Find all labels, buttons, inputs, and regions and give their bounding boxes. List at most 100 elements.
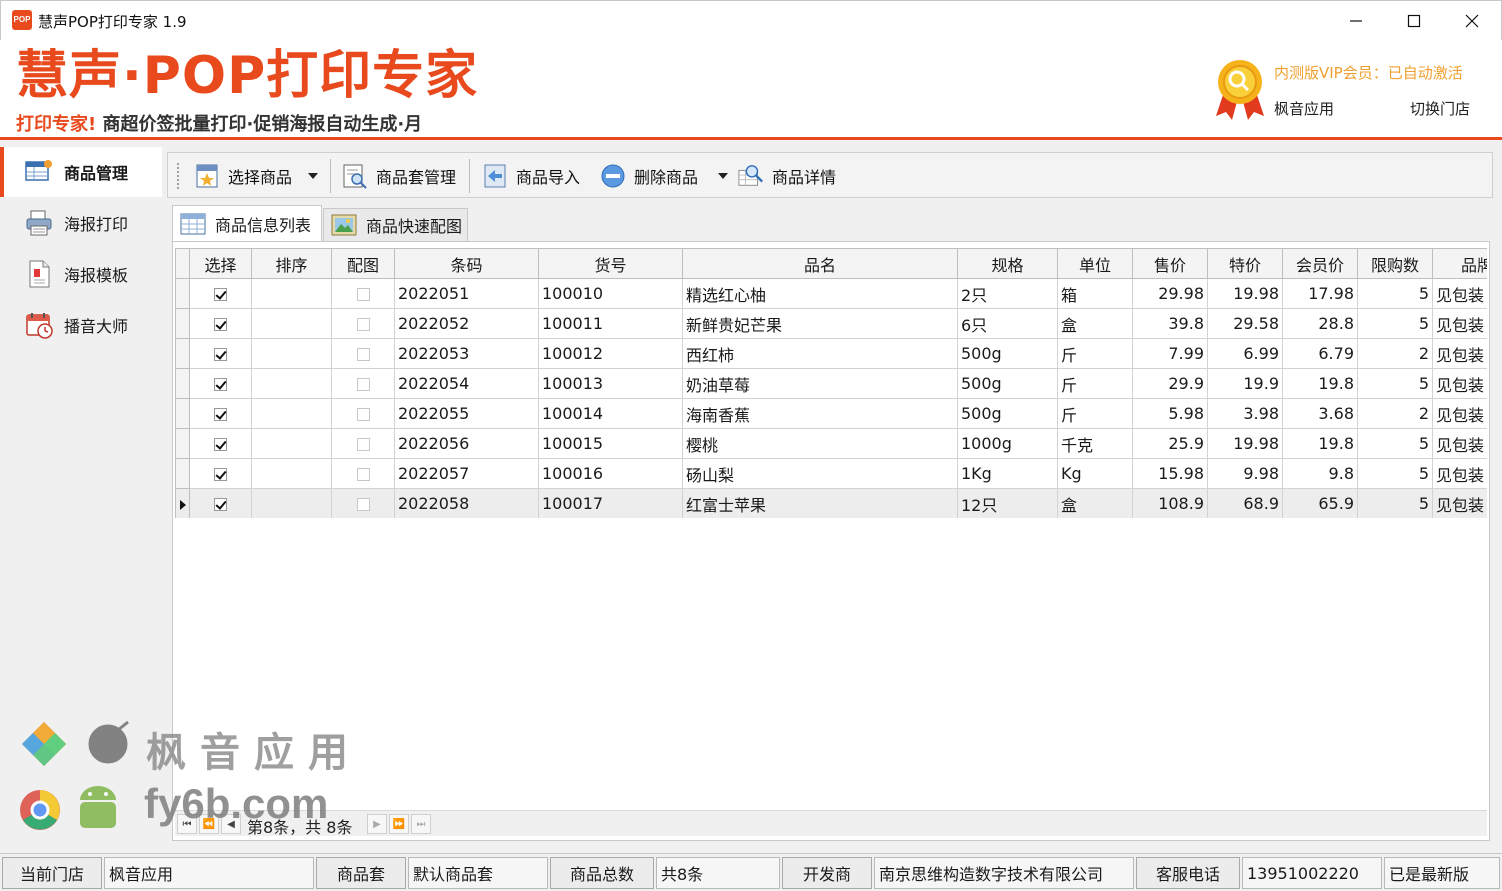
product-detail-button[interactable]: 商品详情 [738, 157, 836, 195]
order-cell[interactable] [251, 368, 332, 399]
special-cell[interactable]: 19.98 [1207, 428, 1283, 459]
barcode-cell[interactable]: 2022053 [394, 338, 539, 369]
row-header[interactable] [175, 428, 190, 459]
member-cell[interactable]: 19.8 [1282, 368, 1358, 399]
sku-cell[interactable]: 100010 [538, 278, 683, 309]
tab-quick-image[interactable]: 商品快速配图 [323, 208, 468, 241]
column-header[interactable]: 限购数 [1357, 248, 1433, 279]
sidebar-item-poster-print[interactable]: 海报打印 [0, 198, 162, 248]
column-header[interactable]: 选择 [189, 248, 252, 279]
table-row[interactable]: 2022058 100017 红富士苹果 12只盒 108.9 68.9 65.9 5 见包装 [175, 488, 1487, 518]
member-cell[interactable]: 9.8 [1282, 458, 1358, 489]
spec-cell[interactable]: 12只 [957, 488, 1058, 518]
limit-cell[interactable]: 2 [1357, 338, 1433, 369]
special-cell[interactable]: 6.99 [1207, 338, 1283, 369]
select-checkbox[interactable] [214, 378, 227, 391]
member-cell[interactable]: 17.98 [1282, 278, 1358, 309]
order-cell[interactable] [251, 398, 332, 429]
prev-record-button[interactable]: ◀ [221, 814, 241, 834]
barcode-cell[interactable]: 2022057 [394, 458, 539, 489]
barcode-cell[interactable]: 2022055 [394, 398, 539, 429]
unit-cell[interactable]: 斤 [1057, 398, 1133, 429]
sku-cell[interactable]: 100011 [538, 308, 683, 339]
unit-cell[interactable]: 斤 [1057, 368, 1133, 399]
price-cell[interactable]: 5.98 [1132, 398, 1208, 429]
sku-cell[interactable]: 100014 [538, 398, 683, 429]
table-row[interactable]: 2022051 100010 精选红心柚 2只箱 29.98 19.98 17.98 5 见包装 [175, 278, 1487, 309]
name-cell[interactable]: 精选红心柚 [682, 278, 958, 309]
row-header[interactable] [175, 488, 190, 518]
sku-cell[interactable]: 100012 [538, 338, 683, 369]
table-row[interactable]: 2022056 100015 樱桃 1000g 千克 25.9 19.98 19.8 5 见包装 [175, 428, 1487, 459]
row-header[interactable] [175, 308, 190, 339]
select-checkbox[interactable] [214, 438, 227, 451]
name-cell[interactable]: 红富士苹果 [682, 488, 958, 518]
order-cell[interactable] [251, 308, 332, 339]
unit-cell[interactable]: 盒 [1057, 488, 1133, 518]
brand-cell[interactable]: 见包装 [1432, 398, 1487, 429]
brand-cell[interactable]: 见包装 [1432, 368, 1487, 399]
spec-cell[interactable]: 1000g [957, 428, 1058, 459]
delete-product-button[interactable]: 删除商品 [600, 157, 698, 195]
column-header[interactable]: 品牌 [1432, 248, 1487, 279]
row-header[interactable] [175, 338, 190, 369]
first-page-button[interactable]: ⏮ [177, 814, 197, 834]
unit-cell[interactable]: 盒 [1057, 308, 1133, 339]
select-checkbox[interactable] [214, 348, 227, 361]
column-header[interactable]: 品名 [682, 248, 958, 279]
toolbar-grip[interactable] [176, 162, 180, 190]
select-checkbox[interactable] [214, 498, 227, 511]
spec-cell[interactable]: 500g [957, 368, 1058, 399]
sidebar-item-product-manage[interactable]: 商品管理 [0, 147, 162, 197]
limit-cell[interactable]: 5 [1357, 488, 1433, 518]
name-cell[interactable]: 海南香蕉 [682, 398, 958, 429]
barcode-cell[interactable]: 2022056 [394, 428, 539, 459]
select-checkbox[interactable] [214, 408, 227, 421]
special-cell[interactable]: 68.9 [1207, 488, 1283, 518]
brand-cell[interactable]: 见包装 [1432, 338, 1487, 369]
unit-cell[interactable]: 斤 [1057, 338, 1133, 369]
column-header[interactable]: 规格 [957, 248, 1058, 279]
sku-cell[interactable]: 100015 [538, 428, 683, 459]
column-header[interactable]: 会员价 [1282, 248, 1358, 279]
name-cell[interactable]: 新鲜贵妃芒果 [682, 308, 958, 339]
last-page-button[interactable]: ⏭ [411, 814, 431, 834]
brand-cell[interactable]: 见包装 [1432, 308, 1487, 339]
column-header[interactable]: 排序 [251, 248, 332, 279]
column-header[interactable]: 配图 [331, 248, 395, 279]
import-product-button[interactable]: 商品导入 [482, 157, 580, 195]
price-cell[interactable]: 7.99 [1132, 338, 1208, 369]
special-cell[interactable]: 19.98 [1207, 278, 1283, 309]
barcode-cell[interactable]: 2022058 [394, 488, 539, 518]
sku-cell[interactable]: 100017 [538, 488, 683, 518]
unit-cell[interactable]: Kg [1057, 458, 1133, 489]
table-row[interactable]: 2022053 100012 西红柿 500g 斤 7.99 6.99 6.79 2 见包装 [175, 338, 1487, 369]
member-cell[interactable]: 19.8 [1282, 428, 1358, 459]
image-checkbox[interactable] [356, 348, 370, 361]
table-row[interactable]: 2022052 100011 新鲜贵妃芒果 6只盒 39.8 29.58 28.8 5 见包装 [175, 308, 1487, 339]
barcode-cell[interactable]: 2022051 [394, 278, 539, 309]
select-checkbox[interactable] [214, 468, 227, 481]
image-checkbox[interactable] [356, 498, 370, 511]
price-cell[interactable]: 15.98 [1132, 458, 1208, 489]
close-button[interactable] [1443, 1, 1501, 41]
order-cell[interactable] [251, 428, 332, 459]
price-cell[interactable]: 108.9 [1132, 488, 1208, 518]
sidebar-item-poster-template[interactable]: 海报模板 [0, 249, 162, 299]
column-header[interactable]: 货号 [538, 248, 683, 279]
member-cell[interactable]: 6.79 [1282, 338, 1358, 369]
brand-cell[interactable]: 见包装 [1432, 428, 1487, 459]
column-header[interactable]: 条码 [394, 248, 539, 279]
member-cell[interactable]: 28.8 [1282, 308, 1358, 339]
prev-page-button[interactable]: ⏪ [199, 814, 219, 834]
maximize-button[interactable] [1385, 1, 1443, 41]
table-row[interactable]: 2022054 100013 奶油草莓 500g 斤 29.9 19.9 19.8 5 见包装 [175, 368, 1487, 399]
image-checkbox[interactable] [356, 318, 370, 331]
select-checkbox[interactable] [214, 288, 227, 301]
delete-product-dropdown[interactable] [718, 157, 728, 195]
next-page-button[interactable]: ⏩ [389, 814, 409, 834]
limit-cell[interactable]: 5 [1357, 308, 1433, 339]
barcode-cell[interactable]: 2022052 [394, 308, 539, 339]
switch-store-link[interactable]: 切换门店 [1410, 98, 1470, 119]
order-cell[interactable] [251, 458, 332, 489]
